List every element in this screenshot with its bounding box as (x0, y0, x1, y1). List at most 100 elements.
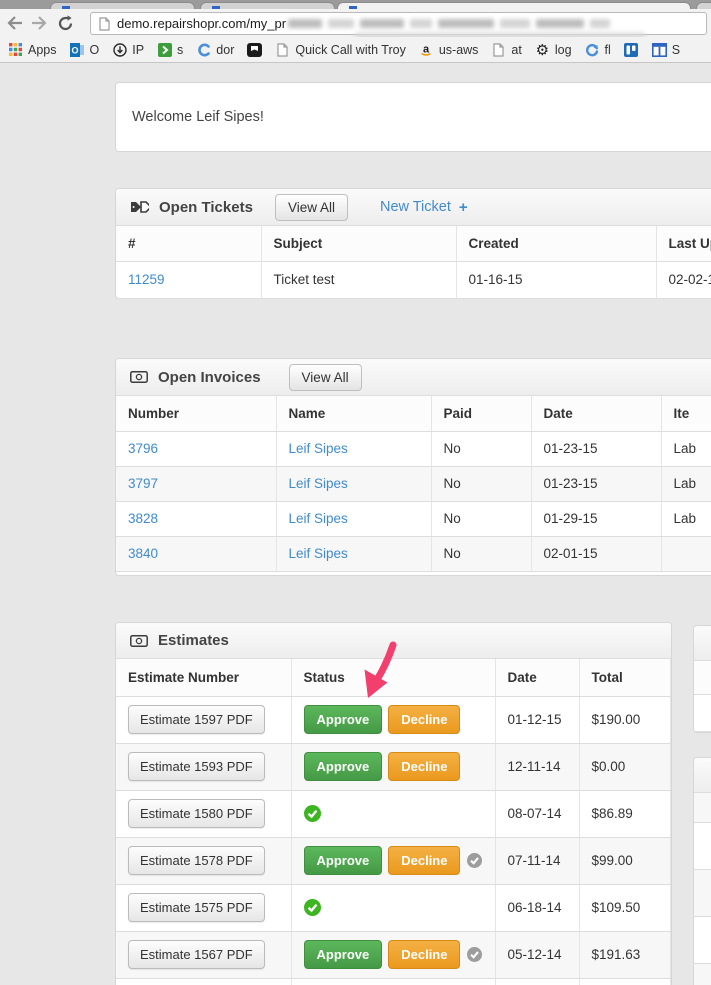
invoice-paid: No (431, 501, 531, 536)
estimate-pdf-button[interactable]: Estimate 1593 PDF (128, 752, 265, 781)
decline-button[interactable]: Decline (388, 940, 460, 969)
bookmarks-bar: Apps O O IP s dor Quick Call with Troy a… (0, 37, 711, 63)
estimate-pdf-button[interactable]: Estimate 1578 PDF (128, 846, 265, 875)
bookmark-quick-call[interactable]: Quick Call with Troy (275, 42, 405, 57)
forward-icon[interactable] (29, 13, 49, 33)
estimate-pdf-button[interactable]: Estimate 1580 PDF (128, 799, 265, 828)
bookmark-outlook[interactable]: O O (70, 42, 100, 57)
open-tickets-table: # Subject Created Last Upda 11259 Ticket… (116, 226, 711, 299)
money-icon (130, 635, 148, 647)
bookmark-fl[interactable]: fl (585, 42, 611, 57)
table-row: 11259 Ticket test 01-16-15 02-02-15 (116, 261, 711, 298)
bookmark-label: IP (132, 43, 144, 57)
bookmark-at[interactable]: at (491, 42, 521, 57)
welcome-message: Welcome Leif Sipes! (132, 109, 264, 125)
cutoff-panel (693, 625, 711, 733)
column-header: Estimate Number (116, 659, 291, 696)
invoice-date: 01-23-15 (531, 466, 661, 501)
invoice-date: 01-29-15 (531, 501, 661, 536)
flag-icon (247, 42, 262, 57)
invoice-number-link[interactable]: 3796 (128, 441, 158, 456)
estimate-pdf-button[interactable]: Estimate 1597 PDF (128, 705, 265, 734)
estimate-total: $109.50 (579, 884, 671, 931)
page-icon (275, 42, 290, 57)
column-header: Total (579, 659, 671, 696)
table-row: Estimate 1580 PDF 08-07-14 $86.89 (116, 790, 671, 837)
invoice-number-link[interactable]: 3828 (128, 511, 158, 526)
bookmark-label: s (177, 43, 183, 57)
estimate-date: 12-11-14 (495, 743, 579, 790)
bookmark-dor[interactable]: dor (196, 42, 234, 57)
cutoff-panel (693, 757, 711, 985)
tickets-view-all-button[interactable]: View All (275, 194, 348, 221)
column-header: Subject (261, 226, 456, 261)
column-header: Name (276, 396, 431, 431)
column-header: Ite (661, 396, 711, 431)
back-icon[interactable] (5, 13, 25, 33)
bookmark-label: Quick Call with Troy (295, 43, 405, 57)
invoice-customer-link[interactable]: Leif Sipes (289, 441, 348, 456)
page-content: Welcome Leif Sipes! Open Tickets View Al… (0, 63, 711, 985)
decline-button[interactable]: Decline (388, 752, 460, 781)
outlook-icon: O (70, 42, 85, 57)
table-row: Estimate 1597 PDF Approve Decline 01-12-… (116, 696, 671, 743)
approved-check-icon (304, 899, 321, 916)
reload-icon[interactable] (55, 13, 75, 33)
invoice-number-link[interactable]: 3797 (128, 476, 158, 491)
bookmark-flag[interactable] (247, 42, 262, 57)
invoice-paid: No (431, 431, 531, 466)
open-tickets-title: Open Tickets (159, 199, 253, 216)
invoice-customer-link[interactable]: Leif Sipes (289, 546, 348, 561)
browser-tab-strip (0, 0, 711, 9)
bookmark-label: fl (605, 43, 611, 57)
invoice-customer-link[interactable]: Leif Sipes (289, 511, 348, 526)
approve-button[interactable]: Approve (304, 846, 383, 875)
approve-button[interactable]: Approve (304, 752, 383, 781)
estimate-pdf-button[interactable]: Estimate 1575 PDF (128, 893, 265, 922)
estimates-heading: Estimates (116, 623, 671, 659)
invoice-items: Lab (661, 501, 711, 536)
table-row: Estimate 1593 PDF Approve Decline 12-11-… (116, 743, 671, 790)
bookmark-us-aws[interactable]: a us-aws (419, 42, 479, 57)
open-invoices-title: Open Invoices (158, 369, 261, 386)
tags-icon (130, 200, 149, 214)
url-bar[interactable]: demo.repairshopr.com/my_pr (90, 12, 707, 35)
estimate-total: $190.00 (579, 696, 671, 743)
money-icon (130, 371, 148, 383)
decline-button[interactable]: Decline (388, 846, 460, 875)
approve-button[interactable]: Approve (304, 940, 383, 969)
estimate-date: 01-12-15 (495, 696, 579, 743)
plus-icon[interactable]: + (459, 199, 468, 216)
new-ticket-link[interactable]: New Ticket (380, 199, 451, 215)
page-icon (491, 42, 506, 57)
invoice-items: Lab (661, 431, 711, 466)
estimate-pdf-button[interactable]: Estimate 1567 PDF (128, 940, 265, 969)
bookmark-apps[interactable]: Apps (8, 42, 57, 57)
invoices-view-all-button[interactable]: View All (289, 364, 362, 391)
table-row: 3796 Leif Sipes No 01-23-15 Lab (116, 431, 711, 466)
blue-c-icon (196, 42, 211, 57)
open-invoices-table: Number Name Paid Date Ite 3796 Leif Sipe… (116, 396, 711, 572)
estimate-total: $0.00 (579, 743, 671, 790)
ticket-number-link[interactable]: 11259 (128, 272, 165, 287)
estimates-title: Estimates (158, 632, 229, 649)
invoice-customer-link[interactable]: Leif Sipes (289, 476, 348, 491)
bookmark-log[interactable]: ⚙ log (535, 42, 572, 57)
column-header: Date (531, 396, 661, 431)
approve-button[interactable]: Approve (304, 705, 383, 734)
bookmark-s[interactable]: s (157, 42, 183, 57)
cutoff-panel-heading (694, 626, 711, 661)
bookmark-ip[interactable]: IP (112, 42, 144, 57)
bookmark-s2[interactable]: S (652, 42, 680, 57)
green-arrow-icon (157, 42, 172, 57)
invoice-paid: No (431, 536, 531, 571)
bookmark-label: O (90, 43, 100, 57)
ticket-last-updated: 02-02-15 (656, 261, 711, 298)
invoice-number-link[interactable]: 3840 (128, 546, 158, 561)
estimate-total: $86.89 (579, 790, 671, 837)
estimate-total: $99.00 (579, 837, 671, 884)
decline-button[interactable]: Decline (388, 705, 460, 734)
bookmark-label: us-aws (439, 43, 479, 57)
bookmark-trello[interactable] (624, 42, 639, 57)
open-invoices-heading: Open Invoices View All (116, 359, 711, 396)
